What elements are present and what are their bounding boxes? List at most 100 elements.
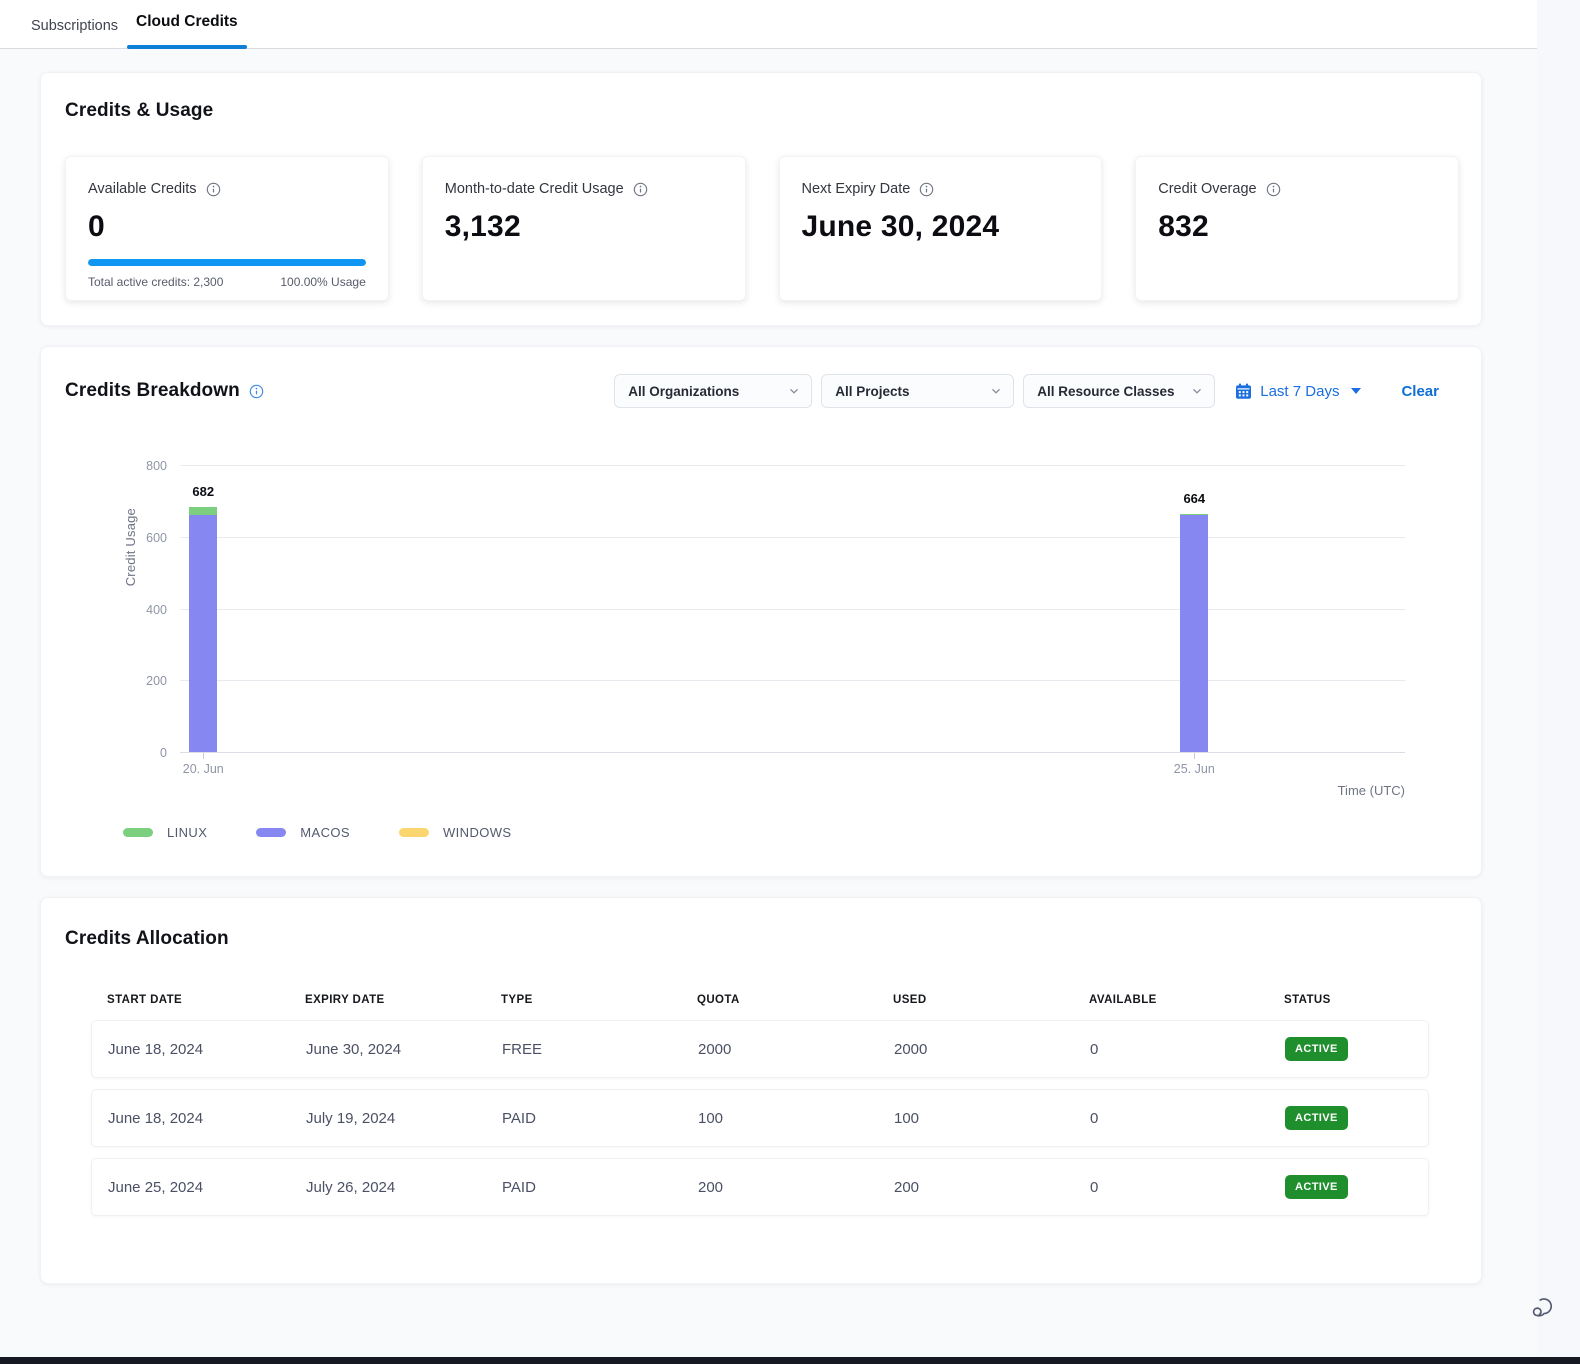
- clear-filters-link[interactable]: Clear: [1401, 383, 1439, 400]
- chevron-down-icon: [788, 385, 800, 397]
- info-icon[interactable]: [249, 384, 264, 399]
- cell-used: 2000: [894, 1041, 1090, 1058]
- info-icon[interactable]: [919, 182, 934, 197]
- credit-usage-chart: Credit Usage 020040060080068220. Jun6642…: [180, 466, 1405, 798]
- chart-filters: All Organizations All Projects All Resou…: [614, 374, 1457, 408]
- mtd-usage-card: Month-to-date Credit Usage 3,132: [422, 156, 746, 301]
- next-expiry-value: June 30, 2024: [802, 210, 1080, 244]
- cell-type: FREE: [502, 1041, 698, 1058]
- cell-status: ACTIVE: [1285, 1175, 1428, 1199]
- chart-plot: 020040060080068220. Jun66425. Jun: [180, 466, 1405, 753]
- y-tick-label: 600: [146, 531, 167, 545]
- bar-value-label: 664: [1183, 491, 1205, 506]
- tab-cloud-credits[interactable]: Cloud Credits: [127, 0, 247, 48]
- mtd-usage-label: Month-to-date Credit Usage: [445, 181, 624, 197]
- column-header: USED: [893, 994, 1089, 1006]
- main-content-area: Subscriptions Cloud Credits Credits & Us…: [0, 0, 1537, 1364]
- organizations-select-value: All Organizations: [628, 384, 739, 399]
- usage-progress-fill: [88, 259, 366, 266]
- table-row: June 18, 2024July 19, 2024PAID1001000ACT…: [91, 1089, 1429, 1147]
- bar-segment: [189, 515, 217, 752]
- cell-available: 0: [1090, 1041, 1285, 1058]
- info-icon[interactable]: [633, 182, 648, 197]
- chart-legend: LINUX MACOS WINDOWS: [123, 825, 1457, 840]
- chevron-down-icon: [1191, 385, 1203, 397]
- gridline: [180, 609, 1405, 610]
- cell-available: 0: [1090, 1110, 1285, 1127]
- x-tick-mark: [203, 753, 204, 759]
- column-header: START DATE: [107, 994, 305, 1006]
- legend-item-windows[interactable]: WINDOWS: [399, 825, 512, 840]
- bar-20-jun[interactable]: [189, 507, 217, 752]
- cell-available: 0: [1090, 1179, 1285, 1196]
- credits-allocation-title: Credits Allocation: [65, 928, 1457, 950]
- cell-status: ACTIVE: [1285, 1037, 1428, 1061]
- cell-expiry: July 19, 2024: [306, 1110, 502, 1127]
- stat-grid: Available Credits 0 Total active credits…: [65, 156, 1459, 301]
- legend-item-linux[interactable]: LINUX: [123, 825, 207, 840]
- usage-percentage: 100.00% Usage: [280, 275, 365, 289]
- bar-segment: [189, 507, 217, 515]
- cell-quota: 2000: [698, 1041, 894, 1058]
- organizations-select[interactable]: All Organizations: [614, 374, 812, 408]
- status-badge: ACTIVE: [1285, 1037, 1348, 1061]
- mtd-usage-value: 3,132: [445, 210, 723, 244]
- tab-subscriptions-label: Subscriptions: [31, 0, 118, 34]
- cell-start: June 18, 2024: [108, 1041, 306, 1058]
- legend-item-macos[interactable]: MACOS: [256, 825, 350, 840]
- column-header: STATUS: [1284, 994, 1429, 1006]
- info-icon[interactable]: [206, 182, 221, 197]
- credit-overage-card: Credit Overage 832: [1135, 156, 1459, 301]
- credits-breakdown-section: Credits Breakdown All Organizations All …: [40, 346, 1482, 877]
- allocation-table-body: June 18, 2024June 30, 2024FREE200020000A…: [91, 1020, 1429, 1216]
- credits-usage-section: Credits & Usage Available Credits 0 Tota: [40, 72, 1482, 326]
- status-badge: ACTIVE: [1285, 1175, 1348, 1199]
- cell-quota: 200: [698, 1179, 894, 1196]
- cell-used: 200: [894, 1179, 1090, 1196]
- date-range-value: Last 7 Days: [1260, 383, 1339, 400]
- credits-breakdown-title: Credits Breakdown: [65, 380, 240, 402]
- column-header: AVAILABLE: [1089, 994, 1284, 1006]
- legend-label: MACOS: [300, 825, 350, 840]
- usage-progress-bar: [88, 259, 366, 266]
- x-tick-mark: [1194, 753, 1195, 759]
- tab-bar: Subscriptions Cloud Credits: [0, 0, 1537, 49]
- cell-type: PAID: [502, 1110, 698, 1127]
- available-credits-value: 0: [88, 210, 366, 244]
- resource-classes-select[interactable]: All Resource Classes: [1023, 374, 1215, 408]
- cell-start: June 18, 2024: [108, 1110, 306, 1127]
- chart-x-axis-label: Time (UTC): [180, 783, 1405, 798]
- allocation-table: START DATEEXPIRY DATETYPEQUOTAUSEDAVAILA…: [91, 994, 1429, 1216]
- bar-value-label: 682: [192, 484, 214, 499]
- cell-quota: 100: [698, 1110, 894, 1127]
- table-row: June 18, 2024June 30, 2024FREE200020000A…: [91, 1020, 1429, 1078]
- legend-label: WINDOWS: [443, 825, 512, 840]
- tab-subscriptions[interactable]: Subscriptions: [22, 0, 127, 48]
- column-header: EXPIRY DATE: [305, 994, 501, 1006]
- projects-select[interactable]: All Projects: [821, 374, 1014, 408]
- x-tick-label: 25. Jun: [1174, 762, 1215, 776]
- credits-allocation-section: Credits Allocation START DATEEXPIRY DATE…: [40, 897, 1482, 1284]
- chat-help-button[interactable]: [1529, 1294, 1556, 1326]
- info-icon[interactable]: [1266, 182, 1281, 197]
- total-active-credits: Total active credits: 2,300: [88, 275, 223, 289]
- y-tick-label: 200: [146, 674, 167, 688]
- credits-usage-title: Credits & Usage: [65, 100, 1459, 122]
- chart-y-axis-label: Credit Usage: [123, 508, 138, 586]
- cell-expiry: July 26, 2024: [306, 1179, 502, 1196]
- gridline: [180, 537, 1405, 538]
- available-credits-card: Available Credits 0 Total active credits…: [65, 156, 389, 301]
- allocation-table-header: START DATEEXPIRY DATETYPEQUOTAUSEDAVAILA…: [91, 994, 1429, 1020]
- cell-start: June 25, 2024: [108, 1179, 306, 1196]
- legend-label: LINUX: [167, 825, 207, 840]
- legend-swatch: [399, 828, 429, 837]
- column-header: TYPE: [501, 994, 697, 1006]
- date-range-picker[interactable]: Last 7 Days: [1235, 383, 1361, 400]
- gridline: [180, 465, 1405, 466]
- next-expiry-card: Next Expiry Date June 30, 2024: [779, 156, 1103, 301]
- status-badge: ACTIVE: [1285, 1106, 1348, 1130]
- gridline: [180, 680, 1405, 681]
- bar-25-jun[interactable]: [1180, 514, 1208, 752]
- cell-expiry: June 30, 2024: [306, 1041, 502, 1058]
- cell-status: ACTIVE: [1285, 1106, 1428, 1130]
